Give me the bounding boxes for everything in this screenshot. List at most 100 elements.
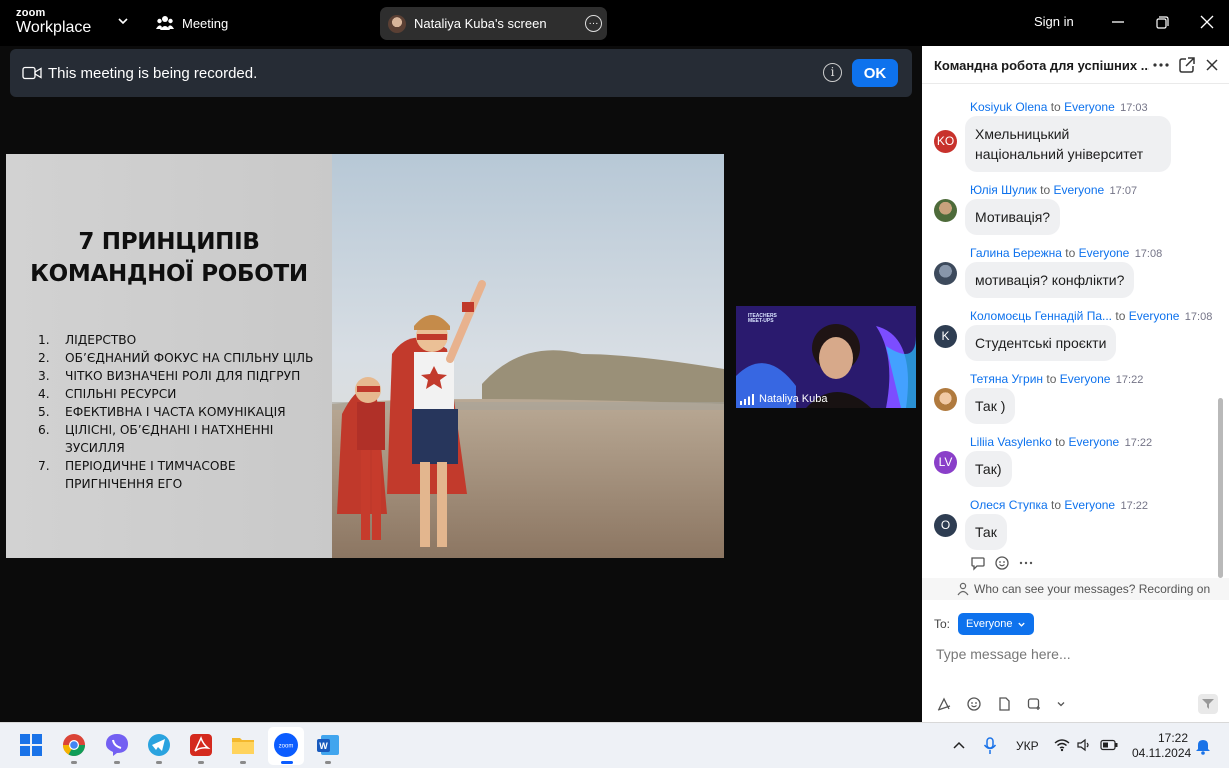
- notification-bell-icon[interactable]: [1195, 737, 1211, 755]
- avatar: KO: [934, 130, 957, 153]
- message-time: 17:07: [1109, 185, 1138, 197]
- recipient-row: To: Everyone: [934, 613, 1034, 635]
- slide-title-line1: 7 ПРИНЦИПІВ: [78, 229, 260, 255]
- recipient-dropdown[interactable]: Everyone: [958, 613, 1034, 635]
- recipient-name: Everyone: [1064, 498, 1116, 512]
- principle-item: 4. СПІЛЬНІ РЕСУРСИ: [38, 385, 328, 403]
- app-logo[interactable]: zoom Workplace: [16, 8, 91, 36]
- message-text: Студентські проєкти: [975, 335, 1107, 351]
- sender-name[interactable]: Коломоєць Геннадій Па...: [970, 309, 1112, 323]
- running-indicator: [114, 761, 120, 764]
- to-word: to: [1040, 183, 1051, 197]
- battery-icon[interactable]: [1100, 739, 1118, 751]
- screen-share-indicator[interactable]: Nataliya Kuba's screen ···: [380, 7, 607, 40]
- emoji-reaction-icon[interactable]: [994, 555, 1010, 571]
- chat-title: Командна робота для успішних ...: [934, 58, 1149, 73]
- message-bubble[interactable]: Студентські проєкти: [965, 325, 1117, 361]
- file-icon[interactable]: [996, 696, 1012, 712]
- participant-name-tag: Nataliya Kuba: [740, 393, 828, 405]
- info-icon[interactable]: i: [823, 63, 842, 82]
- more-options-icon[interactable]: ···: [585, 15, 602, 32]
- restore-icon[interactable]: [1152, 12, 1172, 32]
- close-window-icon[interactable]: [1197, 12, 1217, 32]
- sender-name[interactable]: Юлія Шулик: [970, 183, 1037, 197]
- avatar: [934, 388, 957, 411]
- ok-button[interactable]: OK: [852, 59, 898, 87]
- message-input[interactable]: [936, 642, 1216, 666]
- to-word: to: [1055, 435, 1066, 449]
- running-indicator: [198, 761, 204, 764]
- principle-number: 4.: [38, 387, 50, 401]
- meeting-menu-button[interactable]: Meeting: [156, 12, 228, 34]
- windows-start-icon[interactable]: [18, 732, 44, 758]
- chat-panel: Командна робота для успішних ... KO Kosi…: [922, 46, 1229, 722]
- message-bubble[interactable]: мотивація? конфлікти?: [965, 262, 1135, 298]
- minimize-icon[interactable]: [1108, 12, 1128, 32]
- privacy-notice[interactable]: Who can see your messages? Recording on: [922, 578, 1229, 600]
- principle-number: 5.: [38, 405, 50, 419]
- acrobat-icon[interactable]: [188, 732, 214, 758]
- chrome-icon[interactable]: [61, 732, 87, 758]
- chevron-down-icon[interactable]: [116, 14, 130, 28]
- message-bubble[interactable]: Так): [965, 451, 1012, 487]
- recipient-name: Everyone: [1068, 435, 1120, 449]
- close-chat-icon[interactable]: [1203, 56, 1221, 74]
- message-bubble[interactable]: Хмельницький національний університет: [965, 116, 1171, 172]
- video-camera-icon: [22, 66, 42, 80]
- message-bubble[interactable]: Так: [965, 514, 1007, 550]
- presenter-avatar: [388, 14, 406, 33]
- running-indicator: [156, 761, 162, 764]
- message-bubble[interactable]: Так ): [965, 388, 1016, 424]
- sender-name[interactable]: Галина Бережна: [970, 246, 1062, 260]
- message-time: 17:08: [1184, 311, 1213, 323]
- message-bubble[interactable]: Мотивація?: [965, 199, 1061, 235]
- avatar: O: [934, 514, 957, 537]
- clock-date: 04.11.2024: [1132, 746, 1192, 760]
- message-meta: Liliia Vasylenko to Everyone 17:22: [970, 435, 1152, 449]
- principle-number: 2.: [38, 351, 50, 365]
- reply-icon[interactable]: [970, 555, 986, 571]
- system-clock[interactable]: 17:22 04.11.2024: [1132, 731, 1192, 761]
- more-actions-icon[interactable]: [1018, 555, 1034, 571]
- recipient-name: Everyone: [1128, 309, 1180, 323]
- sender-name[interactable]: Тетяна Угрин: [970, 372, 1043, 386]
- principle-number: 1.: [38, 333, 50, 347]
- chevron-down-icon[interactable]: [1056, 699, 1066, 709]
- recipient-name: Everyone: [1053, 183, 1105, 197]
- sender-name[interactable]: Kosiyuk Olena: [970, 100, 1047, 114]
- recording-message: This meeting is being recorded.: [48, 65, 258, 82]
- volume-icon[interactable]: [1077, 738, 1091, 752]
- message-time: 17:22: [1124, 437, 1153, 449]
- participant-video-tile[interactable]: ITEACHERS MEET-UPS Nataliya Kuba: [736, 306, 916, 408]
- format-text-icon[interactable]: [936, 696, 952, 712]
- message-meta: Олеся Ступка to Everyone 17:22: [970, 498, 1148, 512]
- screenshot-icon[interactable]: [1026, 696, 1042, 712]
- viber-icon[interactable]: [104, 732, 130, 758]
- pop-out-icon[interactable]: [1178, 56, 1196, 74]
- chat-scrollbar[interactable]: [1218, 398, 1223, 578]
- avatar: LV: [934, 451, 957, 474]
- windows-taskbar: zoom W УКР 17:22 04.11.2024: [0, 722, 1229, 768]
- sender-name[interactable]: Олеся Ступка: [970, 498, 1048, 512]
- telegram-icon[interactable]: [146, 732, 172, 758]
- principle-item: 5. ЕФЕКТИВНА І ЧАСТА КОМУНІКАЦІЯ: [38, 403, 328, 421]
- sign-in-link[interactable]: Sign in: [1034, 14, 1074, 29]
- logo-bottom-text: Workplace: [16, 19, 92, 36]
- wifi-icon[interactable]: [1054, 738, 1070, 752]
- send-button[interactable]: [1198, 694, 1218, 714]
- word-icon[interactable]: W: [315, 732, 341, 758]
- microphone-icon[interactable]: [983, 737, 997, 755]
- shared-screen-slide: 7 ПРИНЦИПІВ КОМАНДНОЇ РОБОТИ 1. ЛІДЕРСТВО…: [6, 154, 724, 558]
- emoji-icon[interactable]: [966, 696, 982, 712]
- principle-text: ЧІТКО ВИЗНАЧЕНІ РОЛІ ДЛЯ ПІДГРУП: [65, 369, 301, 383]
- principle-item: 6. ЦІЛІСНІ, ОБ’ЄДНАНІ І НАТХНЕННІ ЗУСИЛЛЯ: [38, 421, 328, 457]
- avatar: K: [934, 325, 957, 348]
- chevron-up-icon[interactable]: [952, 739, 966, 751]
- sender-name[interactable]: Liliia Vasylenko: [970, 435, 1052, 449]
- file-explorer-icon[interactable]: [230, 732, 256, 758]
- message-meta: Коломоєць Геннадій Па... to Everyone 17:…: [970, 309, 1212, 323]
- language-indicator[interactable]: УКР: [1016, 739, 1039, 753]
- zoom-app-icon[interactable]: zoom: [273, 732, 299, 758]
- more-horizontal-icon[interactable]: [1152, 56, 1170, 74]
- principle-number: 7.: [38, 459, 50, 473]
